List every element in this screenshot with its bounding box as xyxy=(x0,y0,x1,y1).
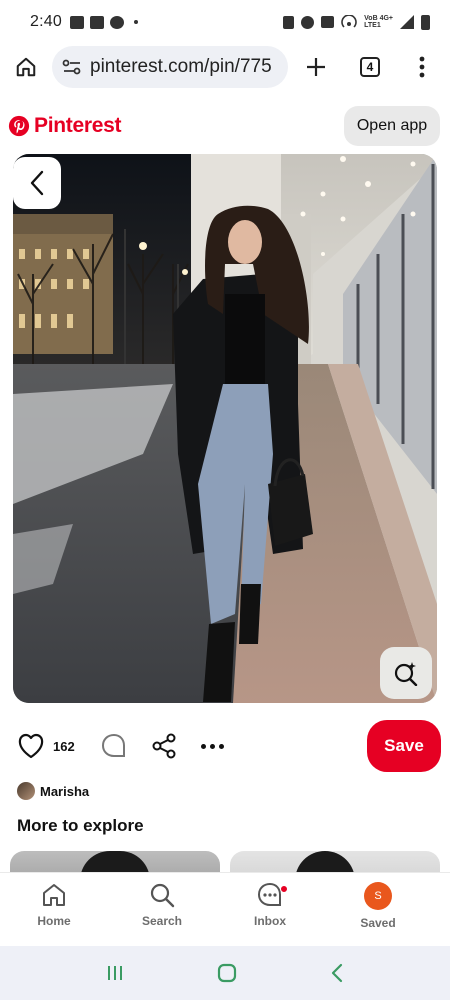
nav-saved-label: Saved xyxy=(360,916,396,930)
nav-home-label: Home xyxy=(37,914,71,928)
nav-inbox-label: Inbox xyxy=(254,914,286,928)
nav-saved[interactable]: S Saved xyxy=(324,873,432,946)
creator-avatar xyxy=(17,782,35,800)
home-icon xyxy=(16,57,36,77)
battery-icon xyxy=(421,14,430,30)
hotspot-icon xyxy=(341,15,357,28)
network-type-bottom: LTE1 xyxy=(364,22,381,29)
nav-search-label: Search xyxy=(141,914,183,928)
thumbnail-photo xyxy=(80,851,150,873)
gallery-notification-icon xyxy=(69,15,84,29)
signal-icon xyxy=(400,15,414,29)
status-time: 2:40 xyxy=(30,13,62,30)
lock-icon xyxy=(283,15,295,29)
comment-icon[interactable] xyxy=(101,733,127,759)
notification-dot xyxy=(280,885,288,893)
inbox-icon xyxy=(257,882,281,906)
home-nav-icon[interactable] xyxy=(217,963,237,983)
open-app-button[interactable]: Open app xyxy=(344,106,440,146)
browser-menu-button[interactable] xyxy=(396,56,448,78)
youtube-notification-icon xyxy=(89,15,104,29)
new-tab-button[interactable] xyxy=(288,57,344,77)
pin-photo-illustration xyxy=(13,154,437,703)
status-bar: 2:40 VoB 4G+ LTE1 xyxy=(0,0,450,44)
pinterest-header: Pinterest Open app xyxy=(0,98,450,154)
browser-home-button[interactable] xyxy=(0,56,52,78)
share-icon[interactable] xyxy=(151,733,177,759)
pinterest-wordmark: Pinterest xyxy=(34,114,122,137)
heart-icon[interactable] xyxy=(17,733,45,759)
recent-apps-icon[interactable] xyxy=(106,964,124,982)
whatsapp-notification-icon xyxy=(109,15,124,29)
nav-inbox[interactable]: Inbox xyxy=(216,873,324,946)
url-text: pinterest.com/pin/775 xyxy=(90,56,272,77)
creator-name: Marisha xyxy=(40,783,90,799)
lens-search-icon xyxy=(394,662,418,686)
browser-toolbar: pinterest.com/pin/775 4 xyxy=(0,44,450,90)
profile-avatar: S xyxy=(364,882,392,910)
system-status-icons: VoB 4G+ LTE1 xyxy=(283,14,430,30)
bottom-navigation: Home Search Inbox S Saved xyxy=(0,872,450,946)
more-notifications-icon xyxy=(133,20,138,24)
mute-icon xyxy=(321,16,335,28)
visual-search-button[interactable] xyxy=(380,647,432,699)
explore-pin-thumbnail[interactable] xyxy=(10,851,220,873)
alarm-icon xyxy=(301,15,315,29)
explore-pin-thumbnail[interactable] xyxy=(230,851,440,873)
like-count: 162 xyxy=(53,738,75,754)
tab-count: 4 xyxy=(360,57,380,77)
tab-switcher-button[interactable]: 4 xyxy=(344,57,396,77)
system-navigation-bar xyxy=(0,946,450,1000)
pin-action-row: 162 Save xyxy=(0,718,450,774)
network-type-top: VoB 4G+ xyxy=(364,15,393,22)
plus-icon xyxy=(307,58,325,76)
nav-home[interactable]: Home xyxy=(0,873,108,946)
more-options-icon[interactable] xyxy=(200,743,224,749)
explore-grid xyxy=(0,851,450,873)
save-button[interactable]: Save xyxy=(367,720,441,772)
back-button[interactable] xyxy=(13,157,61,209)
creator-row[interactable]: Marisha xyxy=(17,782,89,800)
chevron-left-icon xyxy=(30,170,44,196)
search-icon xyxy=(150,883,175,908)
address-bar[interactable]: pinterest.com/pin/775 xyxy=(52,46,288,88)
site-settings-icon[interactable] xyxy=(62,58,82,76)
home-icon xyxy=(43,884,65,906)
more-to-explore-heading: More to explore xyxy=(17,816,144,835)
kebab-menu-icon xyxy=(419,56,425,78)
notification-icons xyxy=(69,15,138,29)
network-type: VoB 4G+ LTE1 xyxy=(364,15,393,29)
pinterest-logo-icon xyxy=(8,115,30,137)
pin-image[interactable] xyxy=(13,154,437,703)
pinterest-logo[interactable]: Pinterest xyxy=(8,114,121,138)
nav-search[interactable]: Search xyxy=(108,873,216,946)
thumbnail-photo xyxy=(295,851,355,873)
back-nav-icon[interactable] xyxy=(330,963,344,983)
